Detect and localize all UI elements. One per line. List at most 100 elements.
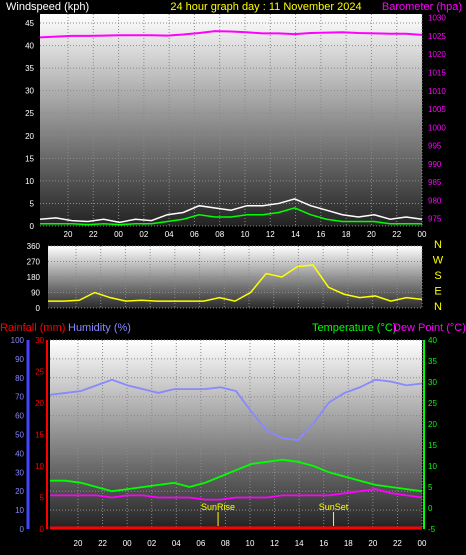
x-tick-label: 12	[270, 539, 279, 548]
humidity-tick-label: 30	[15, 468, 24, 477]
windspeed-tick-label: 5	[30, 199, 35, 208]
x-tick-label: 10	[241, 230, 250, 239]
barometer-tick-label: 980	[428, 196, 442, 205]
x-tick-label: 20	[368, 539, 377, 548]
header-barometer-label: Barometer (hpa)	[382, 1, 462, 13]
x-tick-label: 20	[367, 230, 376, 239]
humidity-tick-label: 80	[15, 374, 24, 383]
windspeed-tick-label: 35	[25, 64, 34, 73]
barometer-tick-label: 985	[428, 178, 442, 187]
barometer-tick-label: 995	[428, 142, 442, 151]
temperature-tick-label: 30	[428, 378, 437, 387]
barometer-tick-label: 1010	[428, 87, 446, 96]
humidity-tick-label: 100	[11, 336, 25, 345]
direction-tick-label: 0	[36, 304, 41, 313]
temperature-tick-label: -5	[428, 525, 436, 534]
humidity-tick-label: 90	[15, 355, 24, 364]
rainfall-axis-title: Rainfall (mm)	[0, 322, 65, 334]
weather-graph: Windspeed (kph) 24 hour graph day : 11 N…	[0, 1, 466, 548]
direction-tick-label: 180	[27, 273, 41, 282]
temperature-tick-label: 35	[428, 357, 437, 366]
x-tick-label: 20	[74, 539, 83, 548]
windspeed-tick-label: 10	[25, 177, 34, 186]
x-tick-label: 00	[123, 539, 132, 548]
temperature-tick-label: 15	[428, 441, 437, 450]
header-windspeed-label: Windspeed (kph)	[6, 1, 89, 13]
temperature-tick-label: 40	[428, 336, 437, 345]
barometer-tick-label: 1005	[428, 105, 446, 114]
temperature-axis: 40 35 30 25 20 15 10 5 0 -5	[423, 336, 437, 534]
temperature-tick-label: 10	[428, 462, 437, 471]
barometer-tick-label: 975	[428, 215, 442, 224]
humidity-axis: 1009080706050403020100	[11, 336, 30, 534]
header-date-title: 24 hour graph day : 11 November 2024	[170, 1, 361, 13]
barometer-tick-label: 1020	[428, 50, 446, 59]
compass-label: N	[434, 301, 442, 313]
rainfall-tick-label: 20	[35, 399, 44, 408]
direction-tick-label: 90	[31, 289, 40, 298]
compass-label: S	[434, 270, 441, 282]
barometer-tick-label: 990	[428, 160, 442, 169]
barometer-tick-label: 1000	[428, 123, 446, 132]
humidity-tick-label: 50	[15, 431, 24, 440]
temperature-tick-label: 5	[428, 483, 433, 492]
rainfall-tick-label: 15	[35, 431, 44, 440]
x-tick-label: 04	[165, 230, 174, 239]
rainfall-tick-label: 0	[40, 525, 45, 534]
x-tick-label: 14	[295, 539, 304, 548]
temperature-tick-label: 25	[428, 399, 437, 408]
barometer-tick-label: 1025	[428, 32, 446, 41]
x-tick-label: 00	[114, 230, 123, 239]
time-axis-top: 20 22 00 02 04 06 08 10 12 14 16 18 20 22 00	[64, 230, 427, 239]
barometer-tick-label: 1030	[428, 14, 446, 23]
sunset-label: SunSet	[319, 502, 349, 512]
windspeed-tick-label: 0	[30, 222, 35, 231]
compass-label: E	[434, 286, 441, 298]
x-tick-label: 02	[147, 539, 156, 548]
rainfall-tick-label: 10	[35, 462, 44, 471]
windspeed-tick-label: 25	[25, 109, 34, 118]
x-tick-label: 08	[215, 230, 224, 239]
temperature-tick-label: 20	[428, 420, 437, 429]
sunrise-label: SunRise	[201, 502, 235, 512]
barometer-tick-label: 1015	[428, 68, 446, 77]
humidity-tick-label: 70	[15, 393, 24, 402]
temperature-tick-label: 0	[428, 504, 433, 513]
rainfall-axis: 30 25 20 15 10 5 0	[35, 336, 48, 534]
barometer-axis: 1030 1025 1020 1015 1010 1005 1000 995 990 985 980…	[428, 14, 446, 224]
compass-label: N	[434, 239, 442, 251]
x-tick-label: 22	[393, 539, 402, 548]
windspeed-axis: 45 40 35 30 25 20 15 10 5 0	[25, 19, 34, 231]
direction-tick-label: 360	[27, 242, 41, 251]
humidity-axis-title: Humidity (%)	[68, 322, 131, 334]
x-tick-label: 12	[266, 230, 275, 239]
dewpoint-axis-title: Dew Point (°C)	[393, 322, 466, 334]
x-tick-label: 04	[172, 539, 181, 548]
rainfall-tick-label: 30	[35, 336, 44, 345]
humidity-tick-label: 60	[15, 412, 24, 421]
x-tick-label: 06	[190, 230, 199, 239]
windspeed-tick-label: 20	[25, 132, 34, 141]
rainfall-tick-label: 25	[35, 368, 44, 377]
humidity-tick-label: 0	[20, 525, 25, 534]
x-tick-label: 18	[344, 539, 353, 548]
x-tick-label: 08	[221, 539, 230, 548]
temperature-axis-title: Temperature (°C)	[312, 322, 396, 334]
windspeed-tick-label: 30	[25, 87, 34, 96]
humidity-tick-label: 20	[15, 487, 24, 496]
x-tick-label: 22	[98, 539, 107, 548]
direction-tick-label: 270	[27, 258, 41, 267]
x-tick-label: 00	[418, 230, 427, 239]
x-tick-label: 10	[246, 539, 255, 548]
time-axis-bottom: 20 22 00 02 04 06 08 10 12 14 16 18 20 22 00	[74, 539, 427, 548]
windspeed-tick-label: 45	[25, 19, 34, 28]
x-tick-label: 22	[392, 230, 401, 239]
compass-labels: NWSEN	[433, 239, 444, 313]
windspeed-tick-label: 15	[25, 154, 34, 163]
compass-label: W	[433, 255, 444, 267]
rainfall-tick-label: 5	[40, 494, 45, 503]
x-tick-label: 02	[139, 230, 148, 239]
x-tick-label: 22	[89, 230, 98, 239]
x-tick-label: 16	[316, 230, 325, 239]
windspeed-tick-label: 40	[25, 42, 34, 51]
